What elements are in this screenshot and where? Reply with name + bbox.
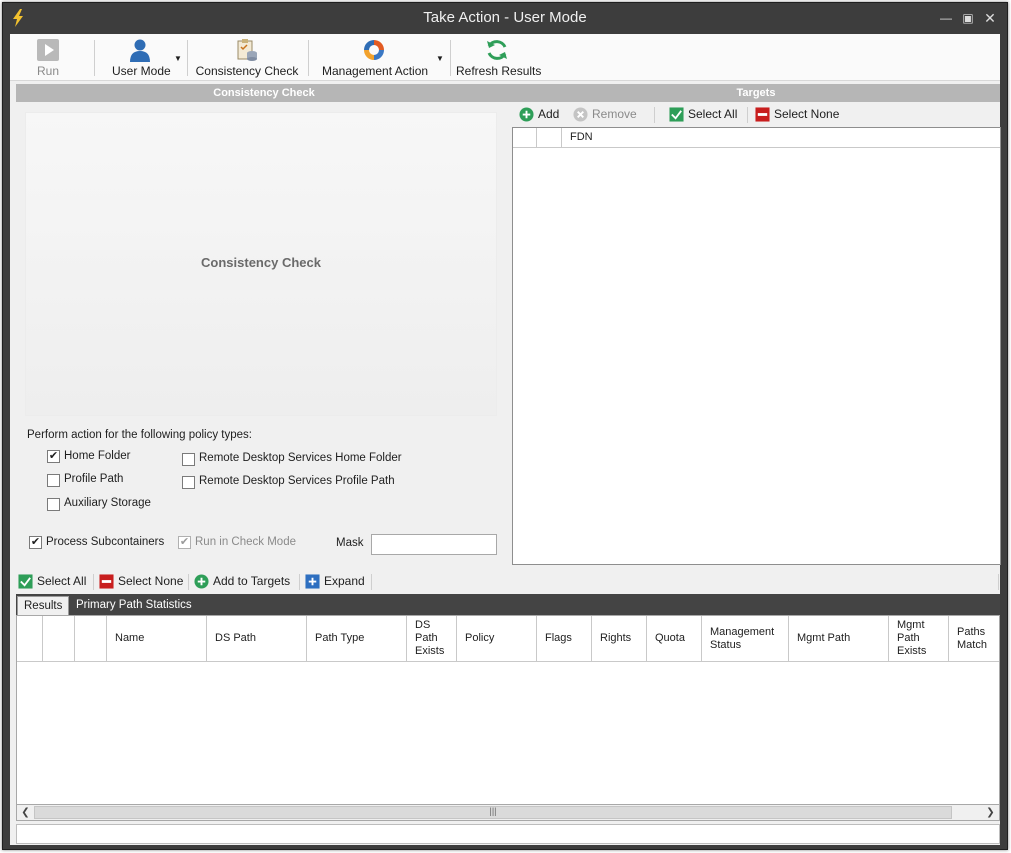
chevron-down-icon: ▼ xyxy=(436,54,444,63)
user-icon xyxy=(130,39,150,62)
column-header-management-status[interactable]: Management Status xyxy=(702,616,789,661)
column-header[interactable] xyxy=(513,128,537,147)
column-header-paths-match[interactable]: Paths Match xyxy=(949,616,999,661)
consistency-check-placeholder: Consistency Check xyxy=(201,255,321,270)
title-bar: Take Action - User Mode — ▣ ✕ xyxy=(3,3,1007,35)
expand-button[interactable]: Expand xyxy=(305,573,365,591)
home-folder-label: Home Folder xyxy=(64,450,131,462)
rds-home-folder-checkbox[interactable] xyxy=(182,453,195,466)
play-icon xyxy=(37,39,59,61)
mask-input[interactable] xyxy=(371,534,497,555)
column-header[interactable] xyxy=(537,128,562,147)
targets-grid: FDN xyxy=(512,127,1001,565)
process-subcontainers-checkbox[interactable]: ✔ xyxy=(29,536,42,549)
column-header-quota[interactable]: Quota xyxy=(647,616,702,661)
run-button[interactable]: Run xyxy=(26,36,70,79)
add-icon xyxy=(519,107,534,122)
policy-types-caption: Perform action for the following policy … xyxy=(27,429,252,441)
rds-profile-path-checkbox[interactable] xyxy=(182,476,195,489)
column-header-ds-path[interactable]: DS Path xyxy=(207,616,307,661)
column-header-name[interactable]: Name xyxy=(107,616,207,661)
add-icon xyxy=(194,574,209,589)
checkbox-checked-icon xyxy=(669,107,684,122)
scroll-right-icon[interactable]: ❯ xyxy=(982,805,999,820)
results-tabstrip: Results Primary Path Statistics xyxy=(16,594,1000,615)
chevron-down-icon: ▼ xyxy=(174,54,182,63)
process-subcontainers-label: Process Subcontainers xyxy=(46,536,165,548)
client-area: Run ▼ User Mode Consistency Check ▼ Mana… xyxy=(10,34,1001,845)
status-bar xyxy=(16,824,1000,844)
action-cycle-icon xyxy=(364,40,384,60)
tab-primary-path-statistics[interactable]: Primary Path Statistics xyxy=(70,596,198,615)
maximize-button[interactable]: ▣ xyxy=(959,11,977,27)
minimize-button[interactable]: — xyxy=(937,11,955,27)
clipboard-check-icon xyxy=(237,39,257,61)
main-window: Take Action - User Mode — ▣ ✕ Run ▼ User… xyxy=(2,2,1008,850)
auxiliary-storage-label: Auxiliary Storage xyxy=(64,497,151,509)
column-header-flags[interactable]: Flags xyxy=(537,616,592,661)
user-mode-button[interactable]: ▼ User Mode xyxy=(108,36,182,79)
column-header-ds-path-exists[interactable]: DS Path Exists xyxy=(407,616,457,661)
select-none-icon xyxy=(755,107,770,122)
run-in-check-mode-label: Run in Check Mode xyxy=(195,536,296,548)
run-in-check-mode-checkbox[interactable]: ✔ xyxy=(178,536,191,549)
column-header[interactable] xyxy=(75,616,107,661)
remove-target-button[interactable]: Remove xyxy=(573,106,643,124)
auxiliary-storage-checkbox[interactable] xyxy=(47,498,60,511)
targets-select-none-button[interactable]: Select None xyxy=(755,106,841,124)
profile-path-checkbox[interactable] xyxy=(47,474,60,487)
window-title: Take Action - User Mode xyxy=(423,9,587,26)
add-to-targets-button[interactable]: Add to Targets xyxy=(194,573,294,591)
column-header-policy[interactable]: Policy xyxy=(457,616,537,661)
results-grid-header: Name DS Path Path Type DS Path Exists Po… xyxy=(17,616,999,662)
mask-label: Mask xyxy=(336,537,364,549)
tab-results[interactable]: Results xyxy=(17,596,70,615)
grip-icon: ||| xyxy=(489,806,497,816)
results-select-all-button[interactable]: Select All xyxy=(18,573,88,591)
refresh-results-button[interactable]: Refresh Results xyxy=(456,36,541,79)
consistency-check-button[interactable]: Consistency Check xyxy=(194,36,300,79)
checkbox-checked-icon xyxy=(18,574,33,589)
targets-header: Targets xyxy=(512,84,1000,102)
column-header[interactable] xyxy=(43,616,75,661)
rds-home-folder-label: Remote Desktop Services Home Folder xyxy=(199,452,402,464)
column-header-mgmt-path-exists[interactable]: Mgmt Path Exists xyxy=(889,616,949,661)
consistency-check-header: Consistency Check xyxy=(16,84,512,102)
management-action-button[interactable]: ▼ Management Action xyxy=(320,36,444,79)
refresh-icon xyxy=(487,40,507,60)
toolbar: Run ▼ User Mode Consistency Check ▼ Mana… xyxy=(10,34,1000,81)
column-header-fdn[interactable]: FDN xyxy=(562,128,1000,147)
column-header-rights[interactable]: Rights xyxy=(592,616,647,661)
select-none-icon xyxy=(99,574,114,589)
consistency-check-panel: Consistency Check xyxy=(25,112,497,416)
rds-profile-path-label: Remote Desktop Services Profile Path xyxy=(199,475,395,487)
results-horizontal-scrollbar[interactable]: ❮ ||| ❯ xyxy=(16,804,1000,821)
targets-select-all-button[interactable]: Select All xyxy=(669,106,739,124)
targets-grid-header: FDN xyxy=(513,128,1000,148)
column-header-path-type[interactable]: Path Type xyxy=(307,616,407,661)
results-select-none-button[interactable]: Select None xyxy=(99,573,185,591)
home-folder-checkbox[interactable]: ✔ xyxy=(47,450,60,463)
add-target-button[interactable]: Add xyxy=(519,106,567,124)
column-header[interactable] xyxy=(17,616,43,661)
scrollbar-thumb[interactable]: ||| xyxy=(34,806,952,819)
close-button[interactable]: ✕ xyxy=(981,10,999,26)
profile-path-label: Profile Path xyxy=(64,473,124,485)
remove-icon xyxy=(573,107,588,122)
results-grid: Name DS Path Path Type DS Path Exists Po… xyxy=(16,615,1000,805)
scroll-left-icon[interactable]: ❮ xyxy=(17,805,34,820)
column-header-mgmt-path[interactable]: Mgmt Path xyxy=(789,616,889,661)
expand-icon xyxy=(305,574,320,589)
